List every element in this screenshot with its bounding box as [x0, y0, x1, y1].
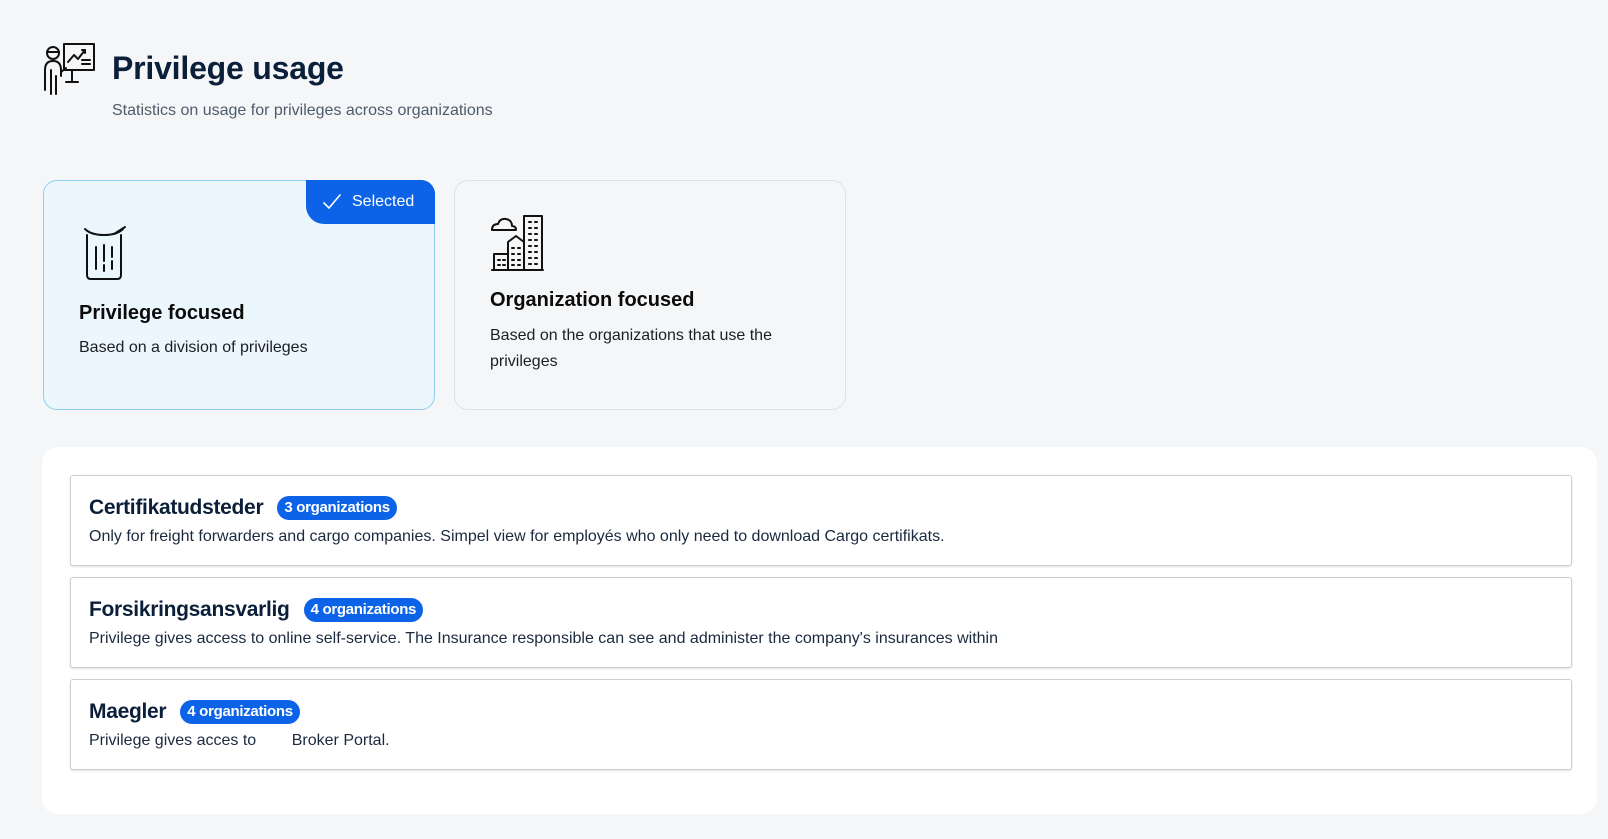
presenter-icon	[44, 43, 95, 95]
privilege-item-forsikringsansvarlig[interactable]: Forsikringsansvarlig 4 organizations Pri…	[70, 577, 1572, 668]
privilege-name: Certifikatudsteder	[89, 496, 264, 519]
card-description: Based on the organizations that use the …	[490, 327, 772, 370]
checkmark-icon	[323, 194, 341, 209]
privilege-description: Only for freight forwarders and cargo co…	[89, 528, 945, 545]
card-description: Based on a division of privileges	[79, 339, 308, 356]
selected-badge: Selected	[306, 180, 435, 224]
card-title: Organization focused	[490, 289, 695, 311]
page-header: Privilege usage Statistics on usage for …	[42, 40, 842, 130]
page-title: Privilege usage	[112, 50, 344, 86]
privilege-focused-card[interactable]: Selected Privilege focused Based on a di…	[43, 180, 435, 410]
trash-bin-icon	[84, 226, 126, 280]
page-subtitle: Statistics on usage for privileges acros…	[112, 102, 493, 119]
selected-label: Selected	[352, 193, 415, 210]
city-buildings-icon	[491, 215, 544, 271]
privilege-name: Maegler	[89, 700, 167, 723]
privilege-description: Privilege gives access to online self-se…	[89, 630, 998, 647]
organization-count-badge: 3 organizations	[277, 496, 397, 520]
privilege-name: Forsikringsansvarlig	[89, 598, 290, 621]
card-title: Privilege focused	[79, 302, 245, 324]
organization-focused-card[interactable]: Organization focused Based on the organi…	[454, 180, 846, 410]
organization-count-badge: 4 organizations	[303, 598, 424, 622]
privileges-panel: Certifikatudsteder 3 organizations Only …	[42, 447, 1597, 814]
privilege-item-certifikatudsteder[interactable]: Certifikatudsteder 3 organizations Only …	[70, 475, 1572, 566]
privilege-list: Certifikatudsteder 3 organizations Only …	[70, 475, 1572, 781]
privilege-description: Privilege gives acces to Broker Portal.	[89, 732, 390, 749]
privilege-item-maegler[interactable]: Maegler 4 organizations Privilege gives …	[70, 679, 1572, 770]
organization-count-badge: 4 organizations	[180, 700, 300, 724]
